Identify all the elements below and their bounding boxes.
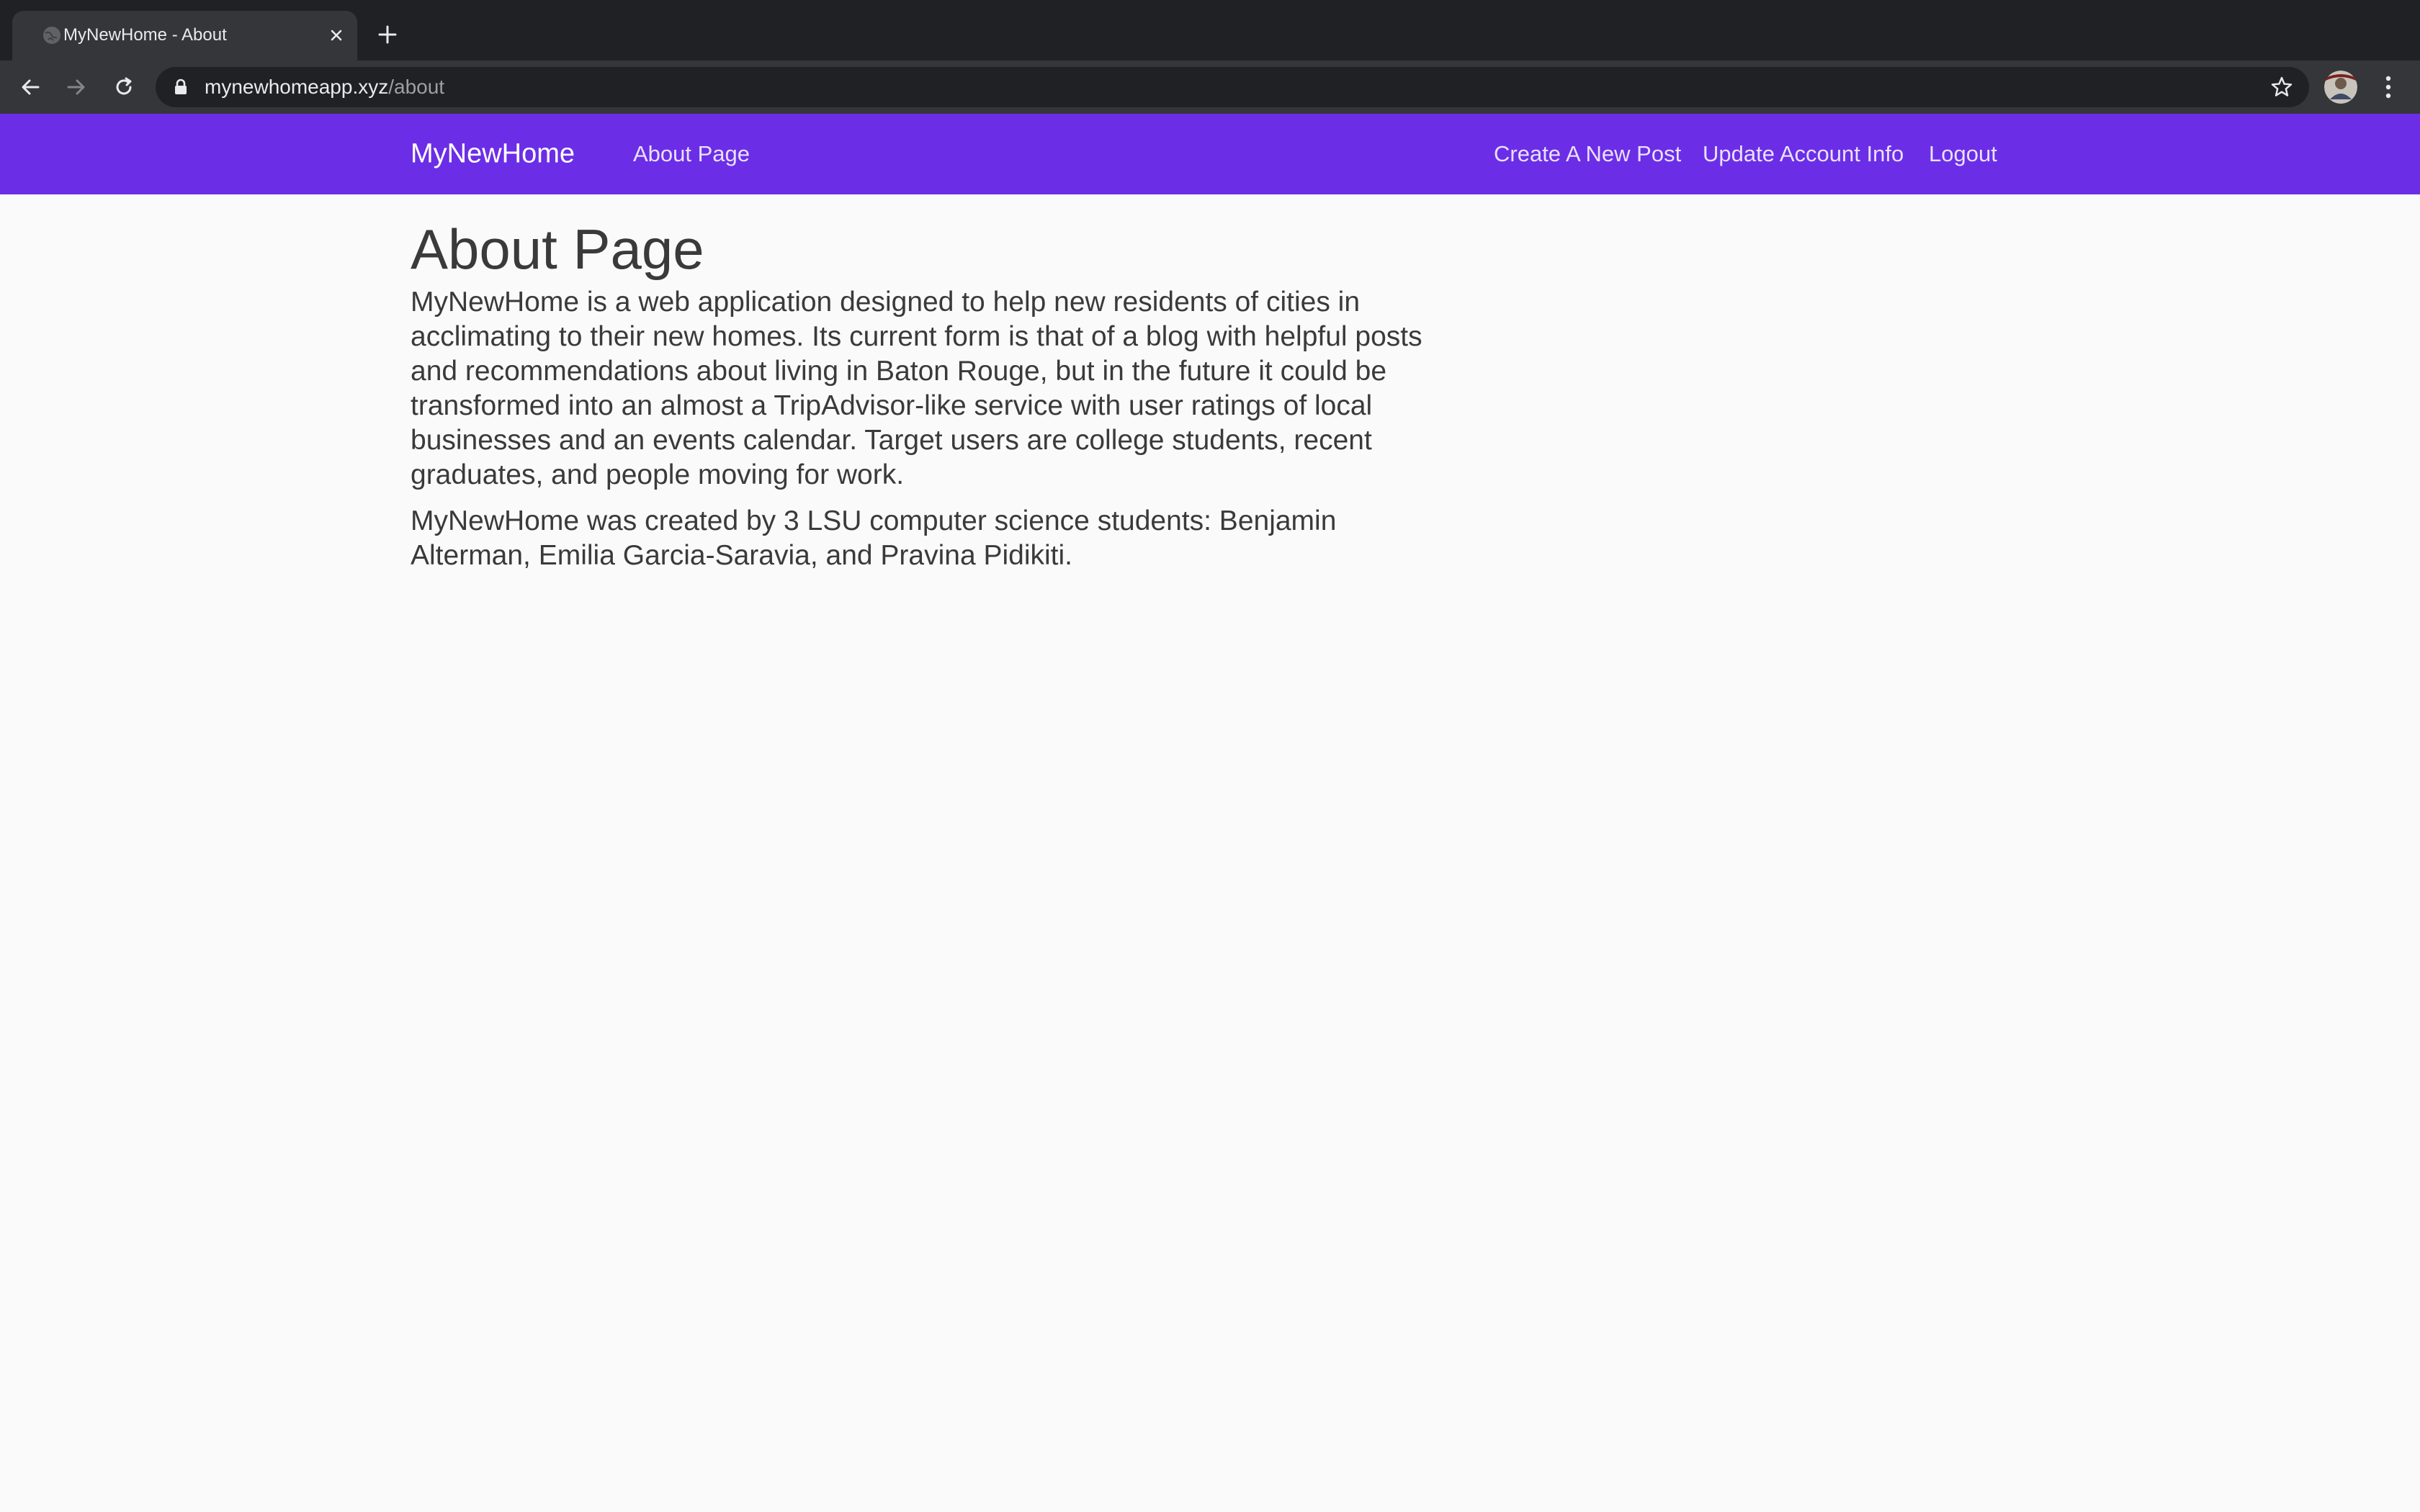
browser-toolbar: mynewhomeapp.xyz/about <box>0 60 2420 114</box>
nav-about-page[interactable]: About Page <box>633 141 750 167</box>
about-paragraph-description: MyNewHome is a web application designed … <box>411 286 1422 490</box>
reload-icon[interactable] <box>107 70 141 104</box>
tab-title: MyNewHome - About <box>63 25 227 45</box>
lock-icon[interactable] <box>171 78 190 96</box>
close-tab-icon[interactable] <box>324 23 349 48</box>
nav-create-new-post[interactable]: Create A New Post <box>1494 141 1681 167</box>
brand-link[interactable]: MyNewHome <box>411 139 575 170</box>
site-navbar: MyNewHome About Page Create A New Post U… <box>0 114 2420 194</box>
address-bar[interactable]: mynewhomeapp.xyz/about <box>156 67 2309 107</box>
bookmark-star-icon[interactable] <box>2269 74 2295 100</box>
nav-logout[interactable]: Logout <box>1929 141 1997 167</box>
forward-arrow-icon[interactable] <box>59 70 94 104</box>
new-tab-plus-icon[interactable] <box>372 19 403 50</box>
profile-avatar[interactable] <box>2324 71 2357 104</box>
about-paragraph-creators: MyNewHome was created by 3 LSU computer … <box>411 505 1337 571</box>
back-arrow-icon[interactable] <box>13 70 48 104</box>
browser-tab[interactable]: MyNewHome - About <box>12 11 357 60</box>
browser-tab-strip: MyNewHome - About <box>0 0 2420 60</box>
url-text: mynewhomeapp.xyz/about <box>205 76 444 99</box>
browser-menu-icon[interactable] <box>2374 70 2403 104</box>
main-content: About Page MyNewHome is a web applicatio… <box>411 216 1448 585</box>
url-path: /about <box>388 76 445 98</box>
nav-update-account-info[interactable]: Update Account Info <box>1703 141 1904 167</box>
url-host: mynewhomeapp.xyz <box>205 76 389 98</box>
page-title: About Page <box>411 217 704 281</box>
globe-icon <box>41 24 63 46</box>
